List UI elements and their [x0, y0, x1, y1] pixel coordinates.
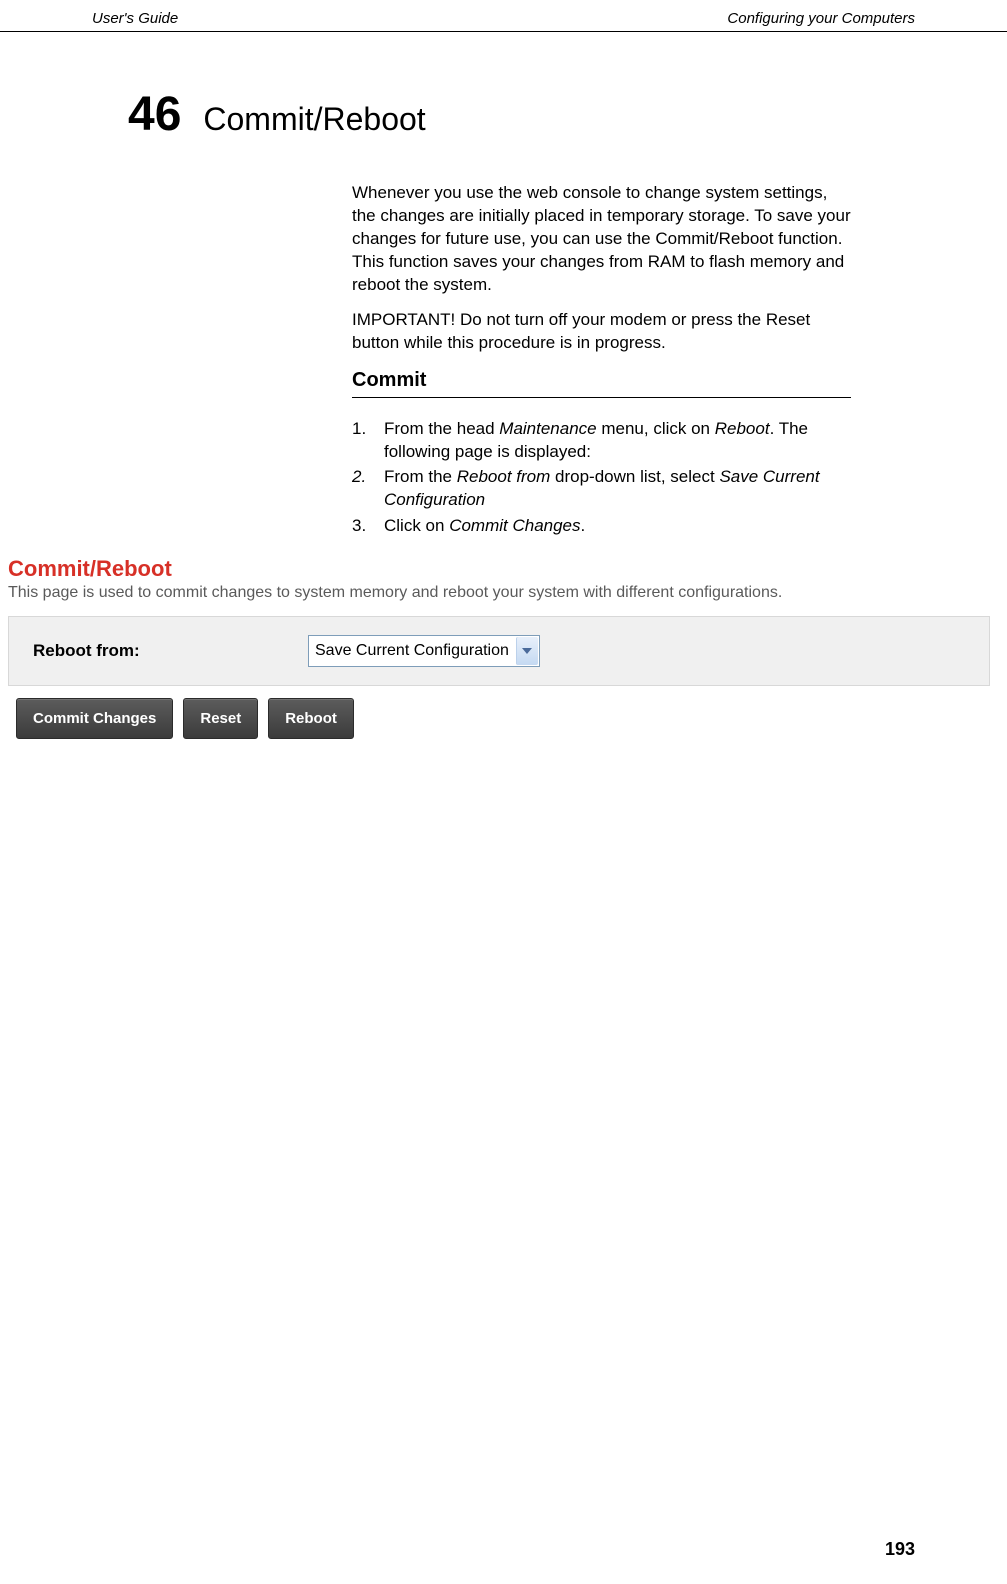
list-number: 2.	[352, 466, 384, 512]
chevron-down-icon	[516, 637, 538, 665]
list-text: From the head Maintenance menu, click on…	[384, 418, 851, 464]
section-heading-commit: Commit	[352, 367, 851, 398]
header-right-text: Configuring your Computers	[727, 10, 915, 27]
list-text: From the Reboot from drop-down list, sel…	[384, 466, 851, 512]
intro-paragraph-1: Whenever you use the web console to chan…	[352, 182, 851, 297]
list-item: 1.From the head Maintenance menu, click …	[352, 418, 851, 464]
list-item: 2.From the Reboot from drop-down list, s…	[352, 466, 851, 512]
reboot-from-row: Reboot from: Save Current Configuration	[9, 617, 989, 685]
select-value-text: Save Current Configuration	[315, 642, 515, 660]
page-number: 193	[885, 1539, 915, 1560]
screenshot-title: Commit/Reboot	[8, 556, 998, 582]
list-number: 3.	[352, 515, 384, 538]
button-row: Commit Changes Reset Reboot	[16, 698, 998, 739]
chapter-title: Commit/Reboot	[203, 101, 425, 138]
content-block: Whenever you use the web console to chan…	[352, 182, 851, 538]
list-text: Click on Commit Changes.	[384, 515, 851, 538]
intro-paragraph-2: IMPORTANT! Do not turn off your modem or…	[352, 309, 851, 355]
reset-button[interactable]: Reset	[183, 698, 258, 739]
commit-changes-button[interactable]: Commit Changes	[16, 698, 173, 739]
list-item: 3.Click on Commit Changes.	[352, 515, 851, 538]
page-header: User's Guide Configuring your Computers	[0, 0, 1007, 32]
reboot-button[interactable]: Reboot	[268, 698, 354, 739]
reboot-from-select[interactable]: Save Current Configuration	[308, 635, 540, 667]
header-left-text: User's Guide	[92, 10, 178, 27]
screenshot-panel: Commit/Reboot This page is used to commi…	[8, 556, 998, 739]
form-panel: Reboot from: Save Current Configuration	[8, 616, 990, 686]
steps-list: 1.From the head Maintenance menu, click …	[352, 418, 851, 539]
chapter-heading: 46 Commit/Reboot	[128, 87, 1007, 142]
chapter-number: 46	[128, 87, 181, 142]
reboot-from-label: Reboot from:	[33, 641, 308, 661]
screenshot-description: This page is used to commit changes to s…	[8, 584, 998, 602]
list-number: 1.	[352, 418, 384, 464]
